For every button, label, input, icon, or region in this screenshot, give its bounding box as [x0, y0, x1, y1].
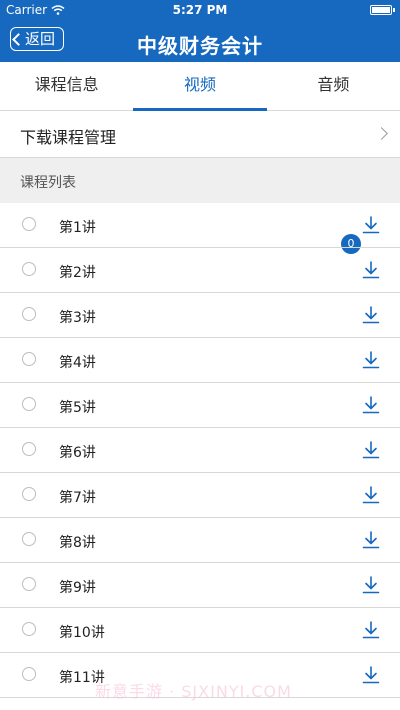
download-icon[interactable] — [362, 531, 380, 549]
tab-audio[interactable]: 音频 — [267, 62, 400, 110]
lecture-title: 第4讲 — [59, 355, 96, 371]
download-manage-label: 下载课程管理 — [20, 128, 117, 147]
battery-icon — [370, 5, 395, 15]
nav-header: Carrier 5:27 PM 返回 中级财务会计 — [0, 0, 400, 62]
list-item[interactable]: 第3讲 — [0, 293, 400, 338]
lecture-title: 第10讲 — [59, 625, 105, 641]
list-item[interactable]: 第2讲 — [0, 248, 400, 293]
download-icon[interactable] — [362, 306, 380, 324]
download-icon[interactable] — [362, 486, 380, 504]
download-icon[interactable] — [362, 621, 380, 639]
select-radio[interactable] — [22, 262, 36, 276]
list-item[interactable]: 第4讲 — [0, 338, 400, 383]
select-radio[interactable] — [22, 577, 36, 591]
download-icon[interactable] — [362, 216, 380, 234]
page-title: 中级财务会计 — [137, 34, 263, 58]
lecture-title: 第2讲 — [59, 265, 96, 281]
download-icon[interactable] — [362, 441, 380, 459]
lecture-title: 第3讲 — [59, 310, 96, 326]
course-list-header: 课程列表 — [0, 158, 400, 203]
select-radio[interactable] — [22, 532, 36, 546]
download-icon[interactable] — [362, 351, 380, 369]
select-radio[interactable] — [22, 352, 36, 366]
status-bar: Carrier 5:27 PM — [0, 0, 400, 22]
list-item[interactable]: 第8讲 — [0, 518, 400, 563]
list-item[interactable]: 第5讲 — [0, 383, 400, 428]
download-icon[interactable] — [362, 396, 380, 414]
select-radio[interactable] — [22, 442, 36, 456]
list-item[interactable]: 第6讲 — [0, 428, 400, 473]
list-item[interactable]: 第9讲 — [0, 563, 400, 608]
list-item[interactable]: 第1讲 — [0, 203, 400, 248]
list-item[interactable]: 第10讲 — [0, 608, 400, 653]
course-list-title: 课程列表 — [20, 175, 76, 191]
course-list: 第1讲 第2讲 第3讲 第4讲 第5讲 第6讲 第7讲 第8讲 第9讲 第10讲 第11讲 — [0, 203, 400, 698]
select-radio[interactable] — [22, 397, 36, 411]
lecture-title: 第6讲 — [59, 445, 96, 461]
select-radio[interactable] — [22, 667, 36, 681]
chevron-right-icon — [375, 127, 388, 140]
tab-video[interactable]: 视频 — [133, 62, 267, 111]
lecture-title: 第1讲 — [59, 220, 96, 236]
download-icon[interactable] — [362, 261, 380, 279]
watermark-text: 新意手游 · SJXINYI.COM — [95, 682, 292, 701]
select-radio[interactable] — [22, 487, 36, 501]
select-radio[interactable] — [22, 307, 36, 321]
select-radio[interactable] — [22, 217, 36, 231]
list-item[interactable]: 第7讲 — [0, 473, 400, 518]
tab-bar: 课程信息 视频 音频 — [0, 62, 400, 111]
select-radio[interactable] — [22, 622, 36, 636]
lecture-title: 第8讲 — [59, 535, 96, 551]
download-icon[interactable] — [362, 666, 380, 684]
tab-course-info[interactable]: 课程信息 — [0, 62, 133, 110]
lecture-title: 第7讲 — [59, 490, 96, 506]
download-icon[interactable] — [362, 576, 380, 594]
lecture-title: 第9讲 — [59, 580, 96, 596]
lecture-title: 第5讲 — [59, 400, 96, 416]
status-time: 5:27 PM — [172, 3, 228, 17]
download-manage-row[interactable]: 下载课程管理 0 — [0, 111, 400, 254]
